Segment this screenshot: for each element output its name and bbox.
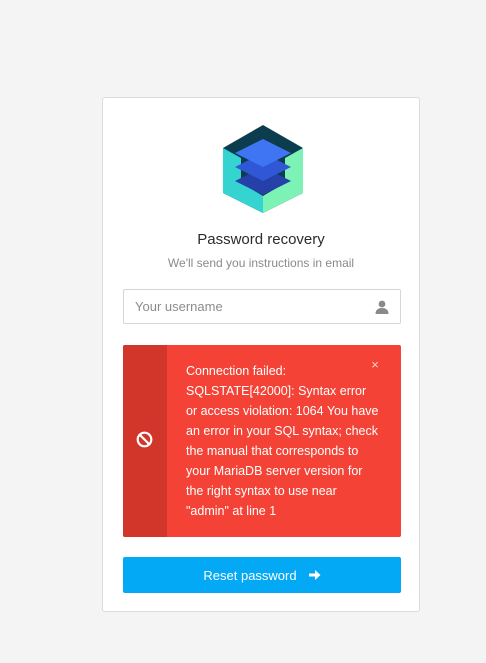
page-title: Password recovery — [197, 231, 325, 248]
username-input[interactable] — [135, 290, 365, 323]
close-icon[interactable]: × — [369, 358, 381, 371]
username-field[interactable] — [123, 289, 401, 324]
arrow-right-icon — [308, 570, 321, 580]
reset-button-label: Reset password — [203, 567, 297, 583]
hexagon-stack-logo — [223, 125, 303, 213]
alert-icon-panel — [123, 345, 167, 537]
ban-icon — [136, 431, 153, 448]
reset-password-button[interactable]: Reset password — [123, 557, 401, 593]
user-icon — [375, 300, 389, 314]
page-subtitle: We'll send you instructions in email — [167, 256, 355, 270]
error-alert: Connection failed: SQLSTATE[42000]: Synt… — [123, 345, 401, 537]
recovery-card: Password recovery We'll send you instruc… — [102, 97, 420, 612]
alert-message: Connection failed: SQLSTATE[42000]: Synt… — [186, 364, 379, 518]
